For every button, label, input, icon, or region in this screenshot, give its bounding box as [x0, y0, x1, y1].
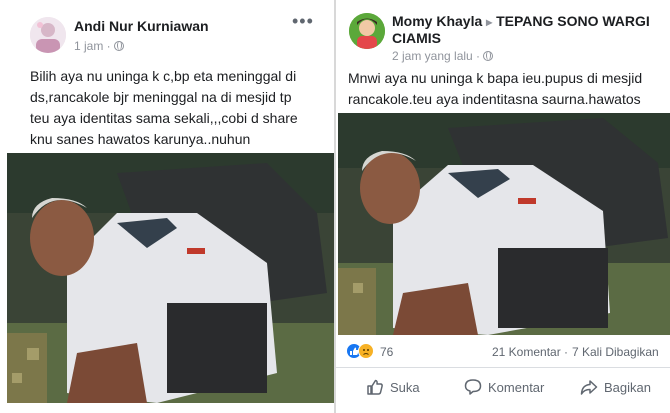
like-icon	[366, 378, 384, 396]
avatar[interactable]	[349, 13, 385, 49]
globe-icon	[483, 51, 494, 61]
post-time[interactable]: 2 jam yang lalu ·	[392, 49, 494, 63]
group-name[interactable]: TEPANG SONO WARGI	[496, 13, 650, 29]
reactions-bar: 76 21 Komentar · 7 Kali Dibagikan	[336, 341, 670, 363]
author-name[interactable]: Andi Nur Kurniawan	[74, 18, 209, 35]
post-photo[interactable]	[7, 153, 336, 403]
sad-reaction-icon[interactable]	[358, 343, 374, 359]
share-count[interactable]: 7 Kali Dibagikan	[572, 345, 659, 359]
post-right: Momy Khayla ▸ TEPANG SONO WARGI CIAMIS 2…	[336, 0, 670, 413]
comment-count[interactable]: 21 Komentar	[492, 345, 561, 359]
globe-icon	[113, 41, 124, 51]
post-header: Momy Khayla ▸ TEPANG SONO WARGI CIAMIS 2…	[336, 0, 670, 63]
share-icon	[580, 378, 598, 396]
comment-button[interactable]: Komentar	[464, 368, 544, 406]
post-photo[interactable]	[338, 113, 670, 335]
post-text: Mnwi aya nu uninga k bapa ieu.pupus di m…	[348, 70, 643, 107]
post-header: Andi Nur Kurniawan 1 jam · •••	[0, 0, 336, 60]
comment-label: Komentar	[488, 379, 545, 395]
group-name-line2[interactable]: CIAMIS	[392, 30, 441, 47]
post-text: Bilih aya nu uninga k c,bp eta meninggal…	[30, 68, 298, 147]
author-line: Momy Khayla ▸ TEPANG SONO WARGI	[392, 13, 667, 31]
post-left: Andi Nur Kurniawan 1 jam · ••• Bilih aya…	[0, 0, 336, 413]
separator: ·	[564, 345, 568, 359]
like-label: Suka	[390, 379, 420, 395]
share-label: Bagikan	[604, 379, 651, 395]
author-name[interactable]: Momy Khayla	[392, 13, 482, 29]
avatar[interactable]	[30, 17, 66, 53]
time-label: 2 jam yang lalu ·	[392, 49, 481, 63]
like-button[interactable]: Suka	[366, 368, 420, 406]
post-time[interactable]: 1 jam ·	[74, 39, 124, 53]
reaction-count[interactable]: 76	[380, 345, 393, 359]
more-icon[interactable]: •••	[292, 11, 314, 32]
comment-icon	[464, 378, 482, 396]
action-bar: Suka Komentar Bagikan	[336, 367, 670, 406]
time-label: 1 jam ·	[74, 39, 111, 53]
share-button[interactable]: Bagikan	[580, 368, 651, 406]
arrow-icon: ▸	[486, 15, 493, 29]
